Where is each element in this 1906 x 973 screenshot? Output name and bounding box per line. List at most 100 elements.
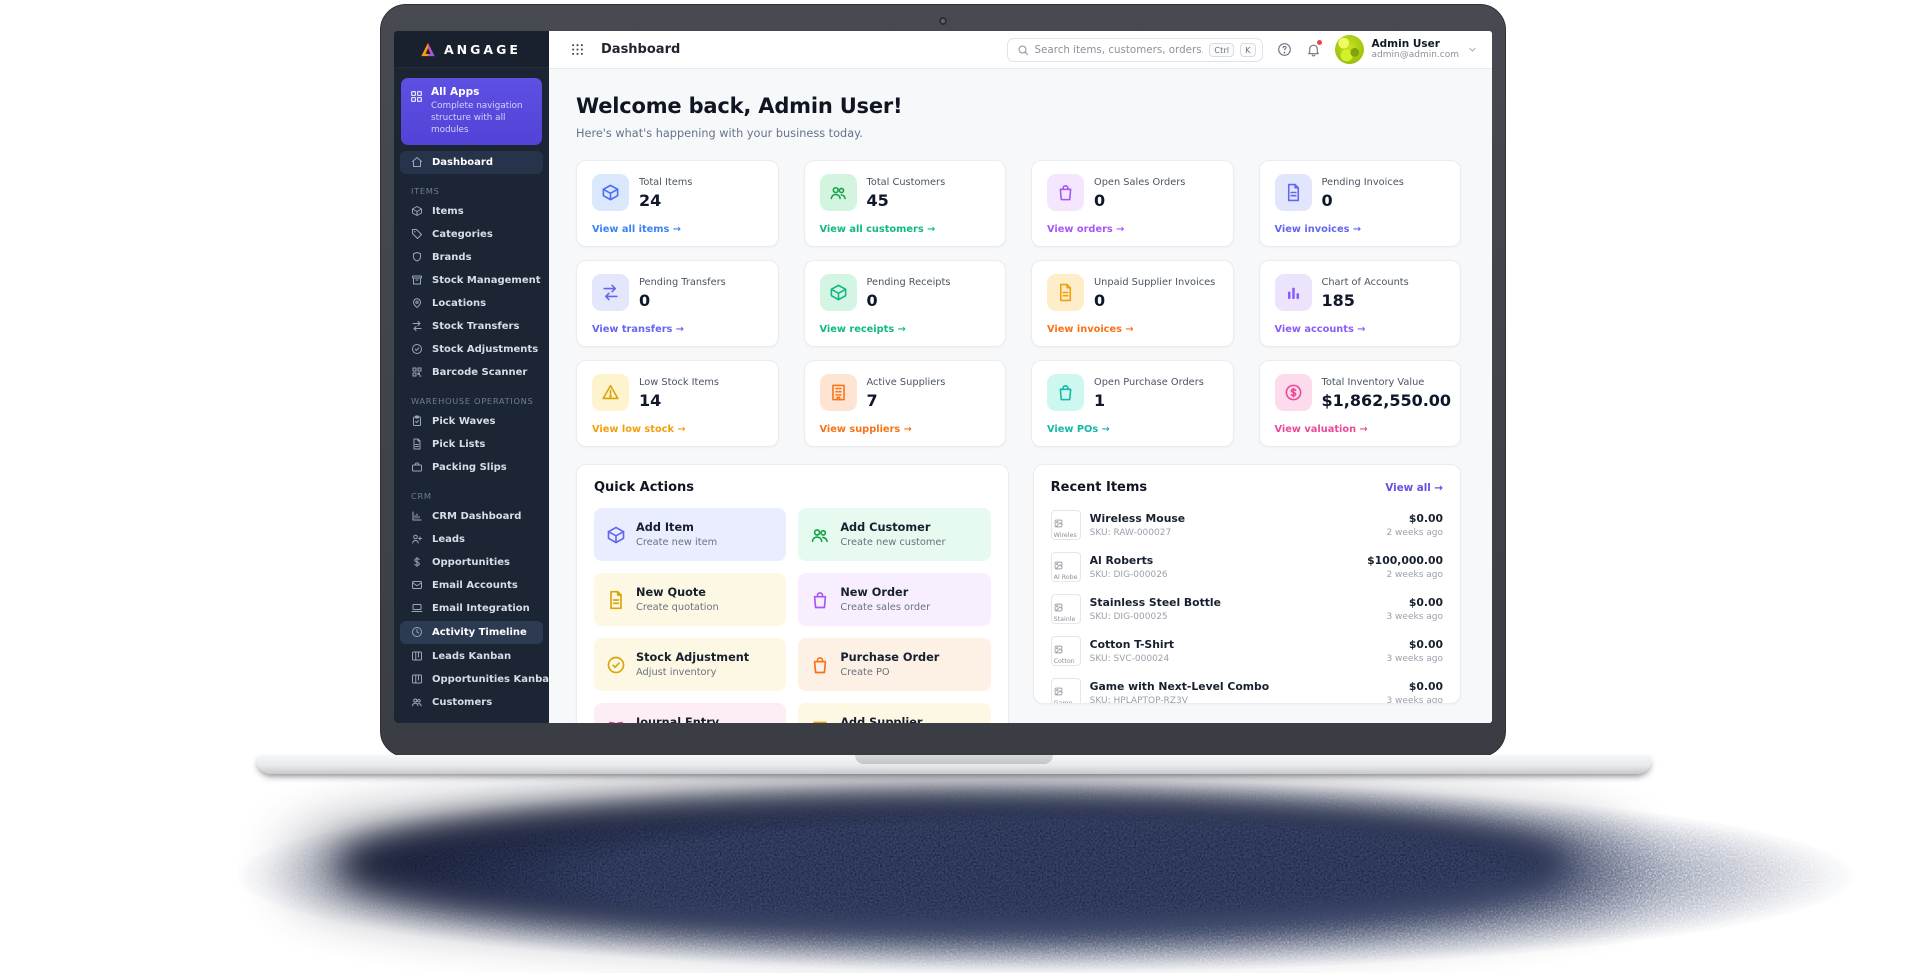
avatar bbox=[1335, 35, 1364, 64]
view-all-link[interactable]: View all → bbox=[1385, 482, 1443, 494]
quick-actions-title: Quick Actions bbox=[594, 480, 991, 495]
quick-action-title: Stock Adjustment bbox=[636, 651, 749, 664]
quick-action-new-order[interactable]: New OrderCreate sales order bbox=[798, 573, 990, 626]
doc-icon bbox=[1056, 283, 1075, 302]
quick-action-add-item[interactable]: Add ItemCreate new item bbox=[594, 508, 786, 561]
user-menu[interactable]: Admin User admin@admin.com bbox=[1335, 35, 1478, 64]
sidebar-item-email-accounts[interactable]: Email Accounts bbox=[394, 574, 549, 597]
item-thumbnail-alt-text: Cotton T-Shirt bbox=[1054, 658, 1078, 666]
quick-action-stock-adjustment[interactable]: Stock AdjustmentAdjust inventory bbox=[594, 638, 786, 691]
dollar-circle-icon bbox=[1284, 383, 1303, 402]
map-pin-icon bbox=[411, 297, 423, 309]
quick-action-add-customer[interactable]: Add CustomerCreate new customer bbox=[798, 508, 990, 561]
stat-link[interactable]: View invoices → bbox=[1275, 224, 1362, 235]
recent-item-sku: SKU: DIG-000026 bbox=[1090, 570, 1359, 580]
sidebar-item-email-integration[interactable]: Email Integration bbox=[394, 597, 549, 620]
recent-item-row[interactable]: Cotton T-ShirtCotton T-ShirtSKU: SVC-000… bbox=[1051, 630, 1443, 672]
quick-action-new-quote[interactable]: New QuoteCreate quotation bbox=[594, 573, 786, 626]
stat-card: Open Sales Orders0View orders → bbox=[1031, 160, 1234, 247]
stat-link[interactable]: View orders → bbox=[1047, 224, 1124, 235]
quick-action-purchase-order[interactable]: Purchase OrderCreate PO bbox=[798, 638, 990, 691]
help-button[interactable] bbox=[1277, 42, 1292, 57]
stat-icon-badge bbox=[592, 374, 629, 411]
all-apps-card[interactable]: All Apps Complete navigation structure w… bbox=[401, 78, 542, 145]
recent-item-sku: SKU: HPLAPTOP-RZ3V bbox=[1090, 696, 1378, 704]
bag-icon bbox=[1056, 383, 1075, 402]
users-icon bbox=[829, 183, 848, 202]
stat-link[interactable]: View accounts → bbox=[1275, 324, 1366, 335]
sidebar-item-items[interactable]: Items bbox=[394, 200, 549, 223]
notifications-button[interactable] bbox=[1306, 42, 1321, 57]
sidebar-item-customers[interactable]: Customers bbox=[394, 691, 549, 714]
sidebar-item-label: Email Integration bbox=[432, 603, 530, 614]
stat-link[interactable]: View all items → bbox=[592, 224, 681, 235]
sidebar-item-label: Pick Waves bbox=[432, 416, 496, 427]
stat-link[interactable]: View receipts → bbox=[820, 324, 906, 335]
users-icon bbox=[810, 525, 830, 545]
apps-menu-button[interactable] bbox=[570, 42, 585, 57]
sidebar-item-dashboard[interactable]: Dashboard bbox=[400, 151, 543, 174]
sidebar-item-brands[interactable]: Brands bbox=[394, 246, 549, 269]
sidebar: ANGAGE All Apps Complete navigation stru… bbox=[394, 31, 549, 723]
search-input[interactable] bbox=[1035, 44, 1204, 56]
bottom-section: Quick Actions Add ItemCreate new itemAdd… bbox=[576, 464, 1461, 723]
sidebar-item-barcode-scanner[interactable]: Barcode Scanner bbox=[394, 361, 549, 384]
recent-item-name: Al Roberts bbox=[1090, 554, 1359, 567]
stat-link[interactable]: View POs → bbox=[1047, 424, 1110, 435]
stat-value: 45 bbox=[867, 191, 946, 210]
logo-text: ANGAGE bbox=[444, 42, 521, 57]
global-search[interactable]: Ctrl K bbox=[1007, 38, 1263, 62]
sidebar-item-packing-slips[interactable]: Packing Slips bbox=[394, 456, 549, 479]
recent-item-row[interactable]: Wireless MouseWireless MouseSKU: RAW-000… bbox=[1051, 504, 1443, 546]
user-name: Admin User bbox=[1372, 38, 1459, 51]
stat-link[interactable]: View suppliers → bbox=[820, 424, 912, 435]
stat-text: Unpaid Supplier Invoices0 bbox=[1094, 274, 1215, 310]
sidebar-item-categories[interactable]: Categories bbox=[394, 223, 549, 246]
sidebar-item-leads-kanban[interactable]: Leads Kanban bbox=[394, 645, 549, 668]
stat-value: 0 bbox=[1094, 291, 1215, 310]
sidebar-item-stock-management[interactable]: Stock Management bbox=[394, 269, 549, 292]
recent-item-text: Al Roberts SKU: DIG-000026 bbox=[1090, 554, 1359, 580]
stat-link[interactable]: View valuation → bbox=[1275, 424, 1368, 435]
stat-icon-badge bbox=[820, 274, 857, 311]
sidebar-item-stock-adjustments[interactable]: Stock Adjustments bbox=[394, 338, 549, 361]
clipboard-icon bbox=[411, 415, 423, 427]
recent-item-row[interactable]: Game with Next-Level ComboGame with Next… bbox=[1051, 672, 1443, 704]
stat-card: Low Stock Items14 View low stock → bbox=[576, 360, 779, 447]
stat-icon-badge bbox=[1047, 174, 1084, 211]
recent-item-row[interactable]: Stainless Steel BottleStainless Steel Bo… bbox=[1051, 588, 1443, 630]
sidebar-item-label: Activity Timeline bbox=[432, 627, 527, 638]
stat-link[interactable]: View low stock → bbox=[592, 424, 686, 435]
stat-link[interactable]: View all customers → bbox=[820, 224, 936, 235]
quick-action-text: New QuoteCreate quotation bbox=[636, 586, 719, 613]
sidebar-item-activity-timeline[interactable]: Activity Timeline bbox=[400, 621, 543, 644]
item-thumbnail-alt-text: Al Roberts bbox=[1054, 574, 1078, 582]
stat-icon-badge bbox=[1275, 174, 1312, 211]
quick-action-journal-entry[interactable]: Journal EntryRecord transaction bbox=[594, 703, 786, 723]
stat-value: 0 bbox=[867, 291, 951, 310]
shortcut-key-ctrl: Ctrl bbox=[1209, 43, 1234, 57]
sidebar-item-stock-transfers[interactable]: Stock Transfers bbox=[394, 315, 549, 338]
stat-card: Total Customers45 View all customers → bbox=[804, 160, 1007, 247]
sidebar-item-opportunities[interactable]: Opportunities bbox=[394, 551, 549, 574]
sidebar-item-pick-waves[interactable]: Pick Waves bbox=[394, 410, 549, 433]
recent-item-time: 3 weeks ago bbox=[1386, 696, 1443, 704]
stat-text: Total Customers45 bbox=[867, 174, 946, 210]
recent-items-list: Wireless MouseWireless MouseSKU: RAW-000… bbox=[1051, 504, 1443, 704]
sidebar-item-leads[interactable]: Leads bbox=[394, 528, 549, 551]
sidebar-item-crm-dashboard[interactable]: CRM Dashboard bbox=[394, 505, 549, 528]
sidebar-item-locations[interactable]: Locations bbox=[394, 292, 549, 315]
stat-card-top: Low Stock Items14 bbox=[592, 374, 763, 411]
stat-link[interactable]: View invoices → bbox=[1047, 324, 1134, 335]
building-icon bbox=[810, 720, 830, 724]
quick-action-add-supplier[interactable]: Add SupplierCreate new supplier bbox=[798, 703, 990, 723]
stat-link[interactable]: View transfers → bbox=[592, 324, 684, 335]
recent-item-meta: $0.003 weeks ago bbox=[1386, 638, 1443, 664]
sidebar-item-pick-lists[interactable]: Pick Lists bbox=[394, 433, 549, 456]
user-text: Admin User admin@admin.com bbox=[1372, 38, 1459, 61]
stat-card: Pending Receipts0View receipts → bbox=[804, 260, 1007, 347]
all-apps-title: All Apps bbox=[431, 86, 533, 98]
stats-grid: Total Items24View all items →Total Custo… bbox=[576, 160, 1461, 447]
recent-item-row[interactable]: Al RobertsAl RobertsSKU: DIG-000026$100,… bbox=[1051, 546, 1443, 588]
sidebar-item-opportunities-kanban[interactable]: Opportunities Kanban bbox=[394, 668, 549, 691]
